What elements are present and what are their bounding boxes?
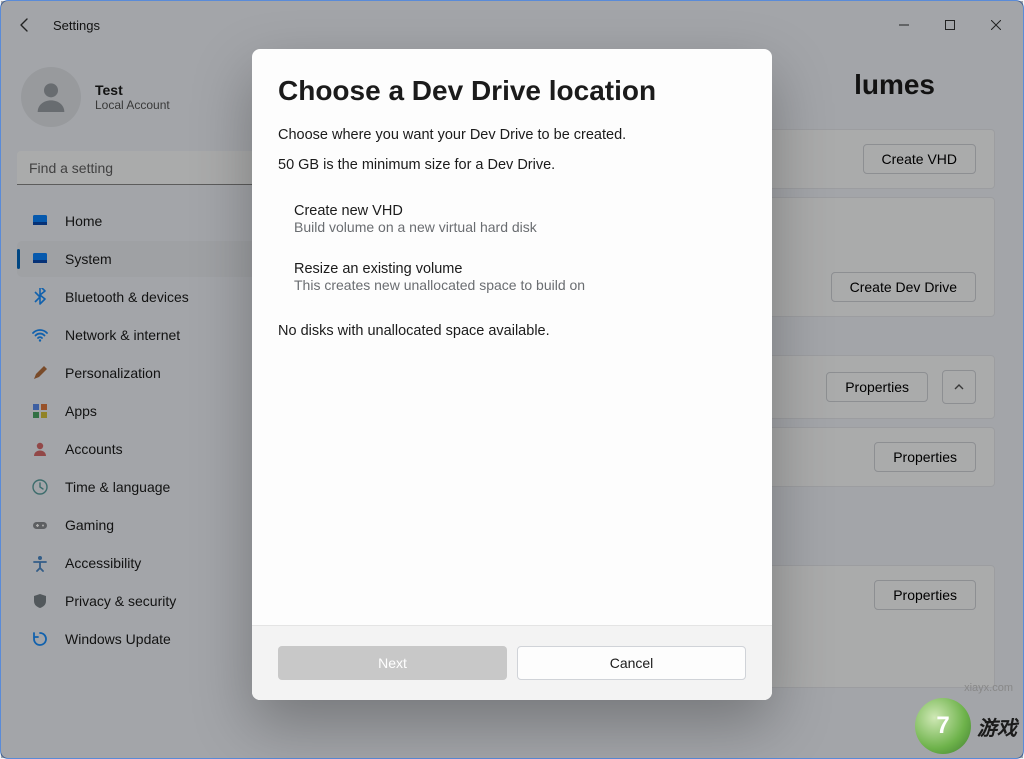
dialog-info: No disks with unallocated space availabl…	[278, 323, 746, 339]
dev-drive-dialog: Choose a Dev Drive location Choose where…	[252, 49, 772, 700]
option-title: Resize an existing volume	[294, 261, 730, 277]
cancel-button[interactable]: Cancel	[517, 646, 746, 680]
option-resize-volume[interactable]: Resize an existing volume This creates n…	[278, 251, 746, 303]
dialog-footer: Next Cancel	[252, 625, 772, 700]
dialog-title: Choose a Dev Drive location	[278, 75, 746, 107]
dialog-text-1: Choose where you want your Dev Drive to …	[278, 127, 746, 143]
modal-overlay: Choose a Dev Drive location Choose where…	[1, 1, 1023, 758]
option-sub: Build volume on a new virtual hard disk	[294, 219, 730, 235]
option-title: Create new VHD	[294, 203, 730, 219]
dialog-text-2: 50 GB is the minimum size for a Dev Driv…	[278, 157, 746, 173]
option-sub: This creates new unallocated space to bu…	[294, 277, 730, 293]
next-button[interactable]: Next	[278, 646, 507, 680]
option-create-vhd[interactable]: Create new VHD Build volume on a new vir…	[278, 193, 746, 245]
